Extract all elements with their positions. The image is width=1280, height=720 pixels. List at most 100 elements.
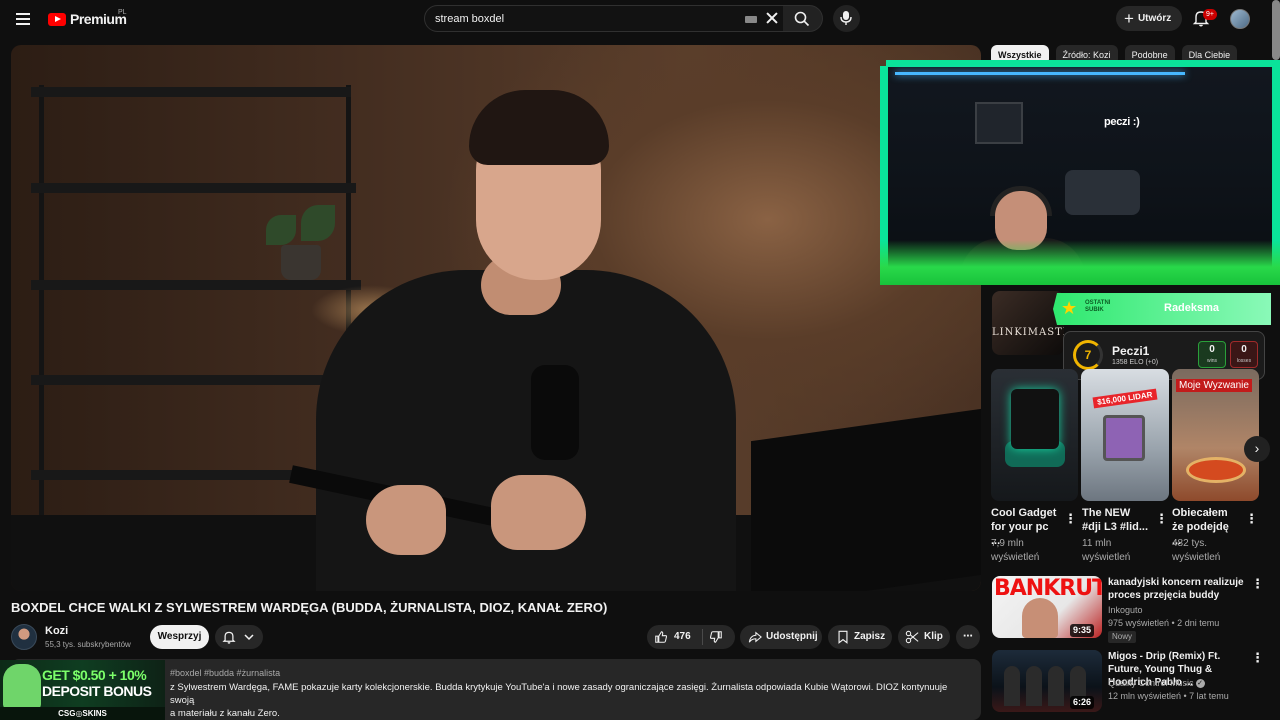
voice-search-button[interactable] <box>833 5 860 32</box>
more-vert-icon[interactable]: ⋮ <box>1155 512 1168 526</box>
scissors-icon <box>905 630 919 644</box>
shelf-board <box>31 375 361 385</box>
shelf-board <box>31 87 351 97</box>
channel-name[interactable]: Kozi <box>45 625 68 637</box>
thumbnail-text: BANKRUT <box>994 576 1102 601</box>
share-button[interactable]: Udostępnij <box>740 625 822 649</box>
like-count[interactable]: 476 <box>674 625 691 649</box>
notifications-badge: 9+ <box>1203 9 1217 20</box>
short-thumbnail[interactable] <box>991 369 1078 501</box>
elo-level-badge: 7 <box>1073 340 1103 370</box>
related-video-channel[interactable]: Inkoguto <box>1108 605 1143 615</box>
create-label: Utwórz <box>1137 13 1172 24</box>
keyboard-icon[interactable] <box>745 16 757 23</box>
ad-subheadline: DEPOSIT BONUS <box>42 683 152 699</box>
close-icon[interactable] <box>765 11 779 25</box>
stream-sofa <box>1065 170 1140 215</box>
ad-mascot-image <box>3 664 41 710</box>
ad-brand: CSG◎SKINS <box>0 707 165 720</box>
elo-wins: 0 wins <box>1198 341 1226 368</box>
thumbnail-person <box>1004 666 1020 706</box>
short-views: 7,9 mln wyświetleń <box>991 538 1040 563</box>
microphone-icon <box>840 11 852 25</box>
top-bar: Premium PL stream boxdel + Utwórz 9+ <box>0 0 1280 38</box>
elo-wins-label: wins <box>1206 358 1217 364</box>
more-actions-button[interactable]: ⋯ <box>956 625 980 649</box>
more-vert-icon[interactable]: ⋮ <box>1251 577 1264 591</box>
person-hand-left <box>366 485 446 555</box>
related-video-thumbnail[interactable]: 6:26 <box>992 650 1102 712</box>
more-vert-icon[interactable]: ⋮ <box>1251 651 1264 665</box>
create-button[interactable]: + Utwórz <box>1116 6 1182 31</box>
search-button[interactable] <box>783 5 823 32</box>
share-label: Udostępnij <box>766 631 818 642</box>
plant-pot <box>281 245 321 280</box>
video-duration: 9:35 <box>1070 624 1095 637</box>
thumbnail-face <box>1022 598 1058 638</box>
short-thumbnail-badge: $16,000 LIDAR <box>1092 388 1158 409</box>
save-label: Zapisz <box>854 631 886 642</box>
bookmark-icon <box>838 630 848 644</box>
page-scrollbar[interactable] <box>1272 0 1280 60</box>
search-icon <box>794 11 810 27</box>
bell-icon <box>222 631 236 644</box>
short-views: 482 tys. wyświetleń <box>1172 538 1221 563</box>
thumbnail-person <box>1048 666 1064 706</box>
elo-losses-label: losses <box>1236 358 1252 364</box>
related-video-thumbnail[interactable]: BANKRUT 9:35 <box>992 576 1102 638</box>
like-dislike-group: 476 <box>647 625 735 649</box>
short-thumbnail-badge: Moje Wyzwanie <box>1176 379 1252 392</box>
short-thumbnail-text: LINKIMASTER <box>992 327 1064 338</box>
chevron-right-icon[interactable]: › <box>1244 436 1270 462</box>
save-button[interactable]: Zapisz <box>828 625 892 649</box>
dislike-icon[interactable] <box>709 630 723 644</box>
monitor <box>751 408 981 591</box>
channel-avatar[interactable] <box>11 624 37 650</box>
keycap-image <box>1011 389 1059 449</box>
sub-alert-name: Radeksma <box>1164 302 1220 314</box>
video-player[interactable] <box>11 45 981 591</box>
share-icon <box>748 631 762 643</box>
gadget-image <box>1103 415 1145 461</box>
stream-green-pixel-border <box>880 240 1280 285</box>
new-badge: Nowy <box>1108 631 1137 643</box>
related-video-channel[interactable]: Quality Control Music ✓ <box>1108 678 1205 689</box>
menu-icon[interactable] <box>14 9 34 29</box>
like-icon[interactable] <box>654 630 668 644</box>
description-text: z Sylwestrem Wardęga, FAME pokazuje kart… <box>170 682 948 719</box>
support-button[interactable]: Wesprzyj <box>150 625 209 649</box>
related-video-meta: 12 mln wyświetleń • 7 lat temu <box>1108 691 1229 701</box>
clip-button[interactable]: Klip <box>898 625 950 649</box>
short-title[interactable]: The NEW #dji L3 #lid... <box>1082 506 1150 534</box>
more-vert-icon[interactable]: ⋮ <box>1064 512 1077 526</box>
stream-overlay-text: peczi :) <box>1104 116 1140 128</box>
account-avatar[interactable] <box>1230 9 1250 29</box>
elo-player-name: Peczi1 <box>1112 344 1150 358</box>
ad-headline: GET $0.50 + 10% <box>42 667 147 683</box>
related-video-title[interactable]: kanadyjski koncern realizuje proces prze… <box>1108 576 1250 602</box>
short-thumbnail[interactable]: LINKIMASTER <box>992 291 1064 355</box>
youtube-logo[interactable]: Premium <box>48 10 127 28</box>
description-tags[interactable]: #boxdel #budda #żurnalista <box>170 668 280 678</box>
pizza-image <box>1186 457 1246 483</box>
channel-subscribers: 55,3 tys. subskrybentów <box>45 640 131 649</box>
elo-rating: 1358 ELO (+0) <box>1112 359 1159 366</box>
more-vert-icon[interactable]: ⋮ <box>1245 512 1258 526</box>
plant-leaf <box>266 215 296 245</box>
star-icon: ★ <box>1061 298 1078 318</box>
subscription-bell-button[interactable] <box>215 625 263 649</box>
video-title: BOXDEL CHCE WALKI Z SYLWESTREM WARDĘGA (… <box>11 600 608 615</box>
led-strip <box>895 72 1185 75</box>
short-thumbnail[interactable]: Moje Wyzwanie <box>1172 369 1259 501</box>
search-input[interactable]: stream boxdel <box>424 5 784 32</box>
thumbnail-person <box>1026 666 1042 706</box>
short-thumbnail[interactable]: $16,000 LIDAR <box>1081 369 1169 501</box>
related-video-channel-name: Quality Control Music <box>1108 678 1194 688</box>
short-views: 11 mln wyświetleń <box>1082 538 1131 563</box>
elo-losses: 0 losses <box>1230 341 1258 368</box>
clip-label: Klip <box>924 631 943 642</box>
elo-losses-count: 0 <box>1241 344 1247 355</box>
verified-icon: ✓ <box>1195 679 1205 689</box>
person-hand-right <box>491 475 586 550</box>
plant-leaf <box>301 205 335 241</box>
